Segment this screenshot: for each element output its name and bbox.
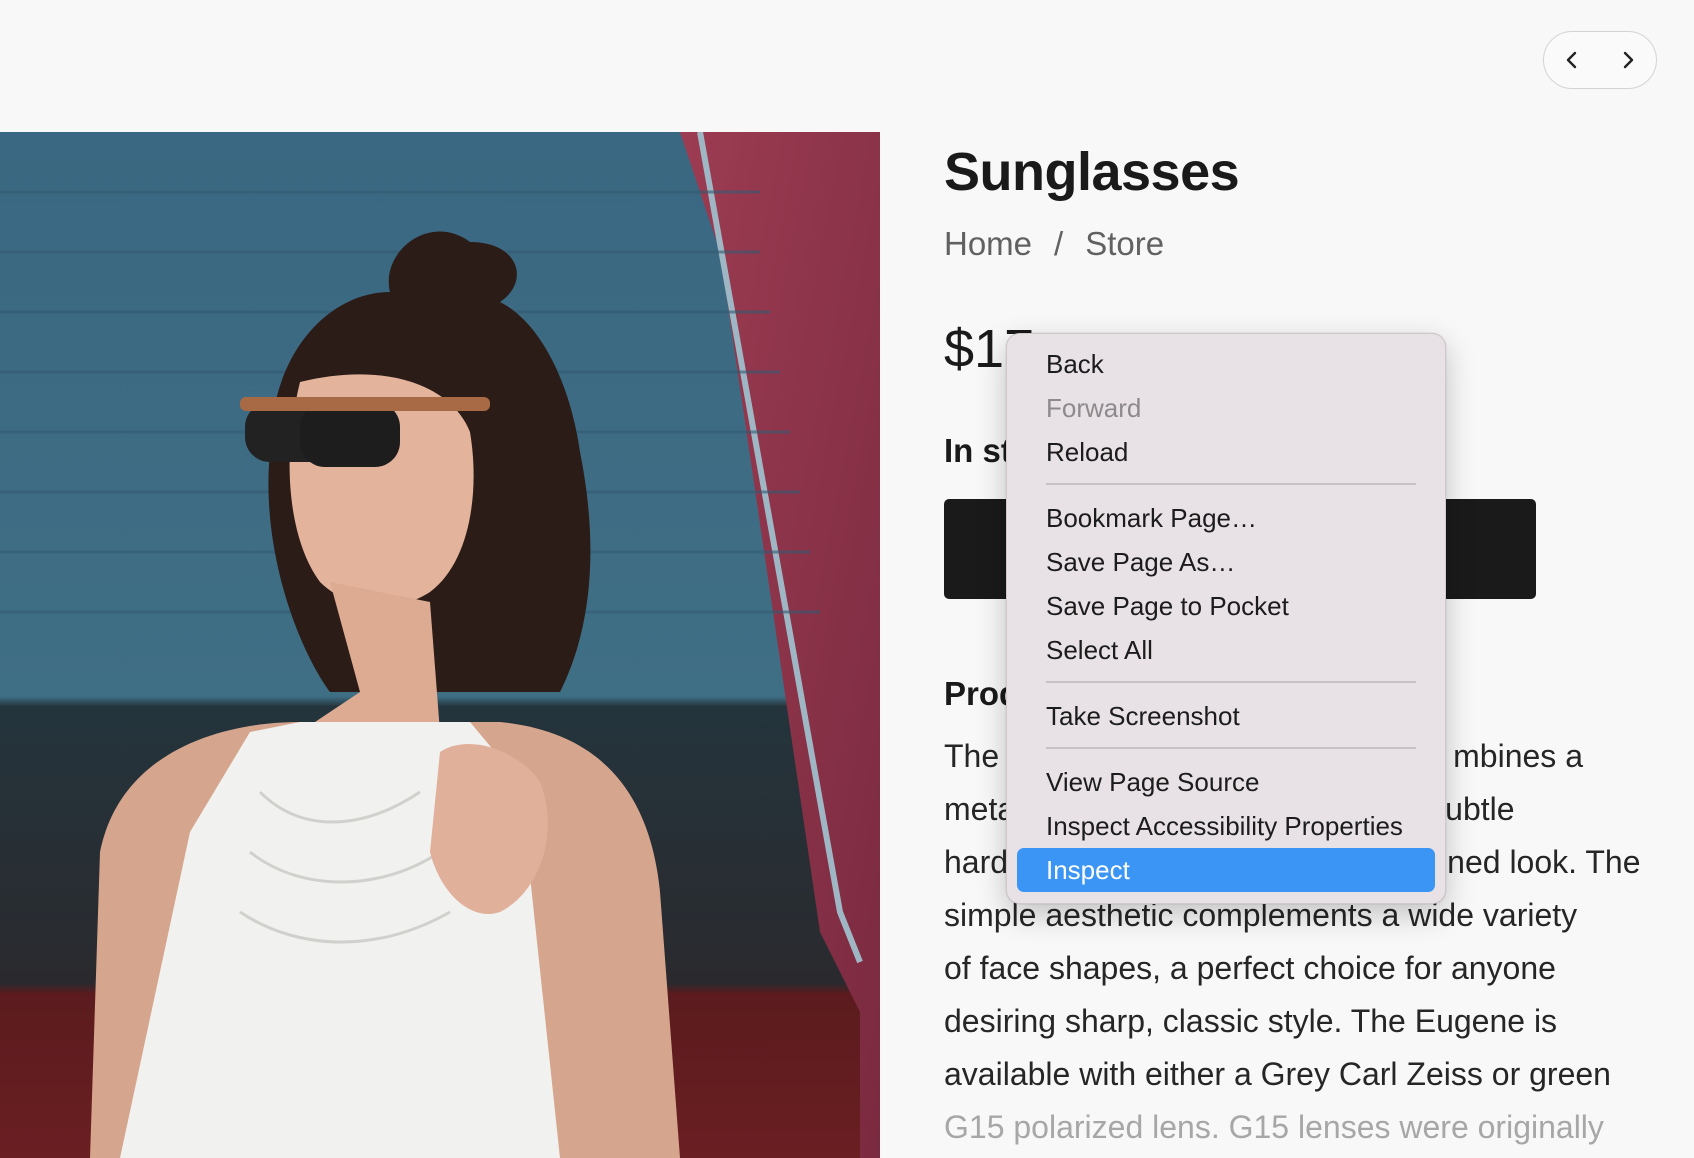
chevron-left-icon	[1566, 51, 1577, 69]
context-menu: Back Forward Reload Bookmark Page… Save Page…	[1006, 333, 1446, 904]
description-line: desiring sharp, classic style. The Eugen…	[944, 1003, 1558, 1039]
menu-item-back[interactable]: Back	[1017, 342, 1435, 386]
breadcrumb: Home / Store	[944, 225, 1164, 263]
menu-separator	[1046, 483, 1416, 485]
menu-item-bookmark-page[interactable]: Bookmark Page…	[1017, 496, 1435, 540]
menu-separator	[1046, 747, 1416, 749]
product-image	[0, 132, 880, 1158]
prev-button[interactable]	[1550, 38, 1594, 82]
menu-item-save-page-to-pocket[interactable]: Save Page to Pocket	[1017, 584, 1435, 628]
menu-item-reload[interactable]: Reload	[1017, 430, 1435, 474]
description-line: G15 polarized lens. G15 lenses were orig…	[944, 1109, 1604, 1145]
next-button[interactable]	[1606, 38, 1650, 82]
history-nav	[1543, 31, 1657, 89]
breadcrumb-store[interactable]: Store	[1085, 225, 1164, 263]
menu-item-view-page-source[interactable]: View Page Source	[1017, 760, 1435, 804]
menu-item-inspect-accessibility-properties[interactable]: Inspect Accessibility Properties	[1017, 804, 1435, 848]
breadcrumb-home[interactable]: Home	[944, 225, 1032, 263]
breadcrumb-separator: /	[1054, 225, 1064, 262]
menu-item-take-screenshot[interactable]: Take Screenshot	[1017, 694, 1435, 738]
description-line: available with either a Grey Carl Zeiss …	[944, 1056, 1611, 1092]
stock-status: In st	[944, 432, 1012, 469]
menu-item-inspect[interactable]: Inspect	[1017, 848, 1435, 892]
chevron-right-icon	[1623, 51, 1634, 69]
menu-item-forward: Forward	[1046, 393, 1142, 423]
menu-item-select-all[interactable]: Select All	[1017, 628, 1435, 672]
menu-item-save-page-as[interactable]: Save Page As…	[1017, 540, 1435, 584]
menu-separator	[1046, 681, 1416, 683]
product-photo	[0, 132, 880, 1158]
product-title: Sunglasses	[944, 142, 1240, 202]
description-line: of face shapes, a perfect choice for any…	[944, 950, 1556, 986]
